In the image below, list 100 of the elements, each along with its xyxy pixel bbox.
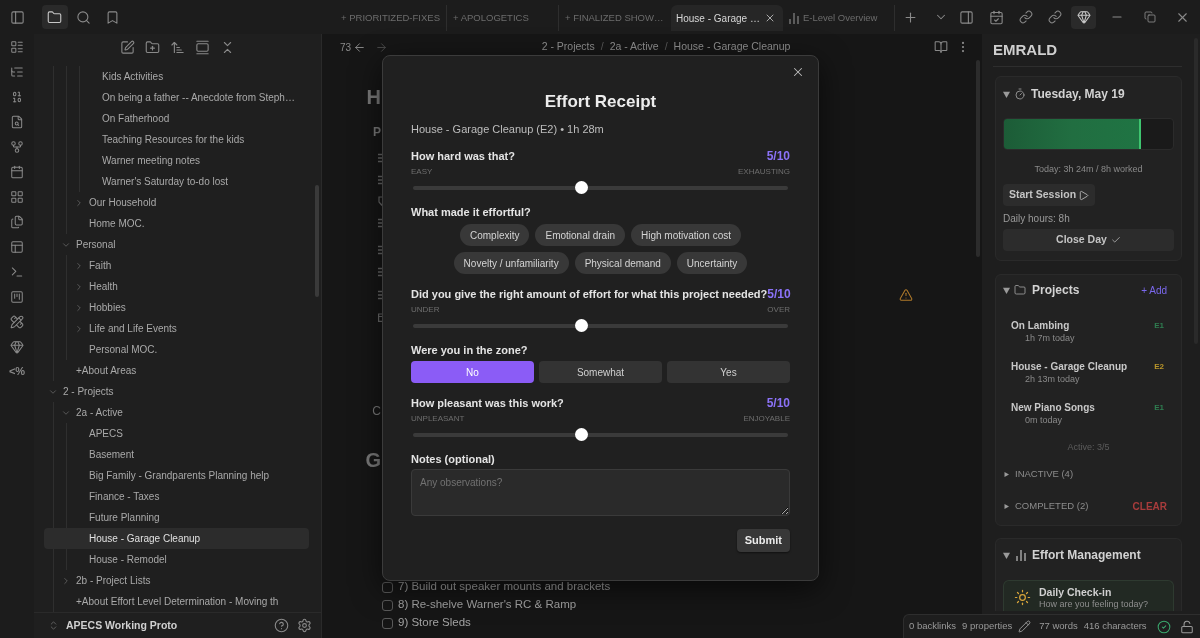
list-icon[interactable]	[10, 39, 24, 54]
folder-item[interactable]: 2b - Project Lists	[44, 570, 309, 591]
back-icon[interactable]	[353, 40, 367, 54]
disclosure-triangle-icon[interactable]	[1003, 286, 1010, 294]
restore-icon[interactable]	[1143, 11, 1156, 23]
reason-chip[interactable]: Novelty / unfamiliarity	[453, 252, 569, 274]
disclosure-triangle-icon[interactable]	[1003, 551, 1010, 559]
reason-chip[interactable]: Emotional drain	[535, 224, 625, 246]
lock-icon[interactable]	[1180, 619, 1194, 634]
pencil-icon[interactable]	[1018, 620, 1032, 633]
submit-button[interactable]: Submit	[736, 529, 790, 552]
link-icon[interactable]	[1018, 10, 1033, 24]
new-note-icon[interactable]	[120, 39, 135, 55]
disclosure-triangle-icon[interactable]	[1004, 503, 1009, 509]
file-item[interactable]: Warner meeting notes	[44, 150, 309, 171]
vault-switcher-icon[interactable]	[48, 620, 59, 631]
templater-button[interactable]: <%	[8, 363, 26, 380]
reason-chip[interactable]: Uncertainty	[676, 252, 748, 274]
pages-icon[interactable]	[10, 214, 24, 229]
slider-thumb[interactable]	[575, 428, 589, 441]
folder-item[interactable]: Hobbies	[44, 297, 309, 318]
file-item[interactable]: +About Areas	[44, 360, 309, 381]
pencil-ruler-icon[interactable]	[10, 314, 24, 329]
file-item[interactable]: Home MOC.	[44, 213, 309, 234]
tab[interactable]: House - Garage …	[671, 5, 783, 31]
file-item[interactable]: APECS	[44, 423, 309, 444]
rating-slider[interactable]	[413, 181, 788, 194]
section-toggle[interactable]: INACTIVE (4)	[1015, 466, 1074, 482]
file-item[interactable]: Big Family - Grandparents Planning help	[44, 465, 309, 486]
file-item[interactable]: Warner's Saturday to-do lost	[44, 171, 309, 192]
choice-button[interactable]: Yes	[667, 361, 790, 383]
settings-icon[interactable]	[297, 618, 312, 633]
project-name[interactable]: House - Garage Cleanup	[1011, 359, 1128, 374]
choice-button[interactable]: No	[411, 361, 534, 383]
reason-chip[interactable]: Physical demand	[574, 252, 671, 274]
file-item[interactable]: On Fatherhood	[44, 108, 309, 129]
project-name[interactable]: New Piano Songs	[1011, 400, 1095, 415]
file-item[interactable]: Future Planning	[44, 507, 309, 528]
new-tab-icon[interactable]	[903, 9, 918, 25]
rating-slider[interactable]	[413, 319, 788, 332]
breadcrumb-item[interactable]: House - Garage Cleanup	[673, 39, 791, 55]
choice-button[interactable]: Somewhat	[539, 361, 662, 383]
file-item[interactable]: House - Remodel	[44, 549, 309, 570]
sidebar-toggle-icon[interactable]	[9, 9, 25, 25]
folder-item[interactable]: Personal	[44, 234, 309, 255]
file-search-icon[interactable]	[10, 114, 24, 129]
folder-item[interactable]: 2 - Projects	[44, 381, 309, 402]
breadcrumb-item[interactable]: 2 - Projects	[541, 39, 595, 55]
disclosure-triangle-icon[interactable]	[1003, 90, 1010, 98]
folder-item[interactable]: Faith	[44, 255, 309, 276]
rating-slider[interactable]	[413, 428, 788, 441]
properties-count[interactable]: 9 properties	[962, 619, 1013, 634]
section-toggle[interactable]: COMPLETED (2)	[1015, 498, 1089, 514]
folder-item[interactable]: Health	[44, 276, 309, 297]
reason-chip[interactable]: Complexity	[460, 224, 530, 246]
files-tab[interactable]	[41, 5, 68, 29]
close-day-button[interactable]: Close Day	[1003, 229, 1174, 251]
bookmark-icon[interactable]	[105, 9, 120, 25]
file-item[interactable]: Finance - Taxes	[44, 486, 309, 507]
notes-field[interactable]: Any observations?	[411, 469, 790, 516]
add-project-link[interactable]: + Add	[1141, 282, 1167, 298]
reading-view-icon[interactable]	[934, 40, 948, 54]
file-item[interactable]: Personal MOC.	[44, 339, 309, 360]
sync-status-icon[interactable]	[1157, 619, 1171, 634]
file-item[interactable]: Kids Activities	[44, 66, 309, 87]
panel-icon[interactable]	[195, 39, 210, 55]
link-icon[interactable]	[1047, 10, 1062, 24]
terminal-icon[interactable]	[10, 264, 24, 279]
file-item[interactable]: +About Effort Level Determination - Moving th	[44, 591, 309, 612]
grid-icon[interactable]	[10, 189, 24, 204]
calendar-icon[interactable]	[989, 9, 1004, 25]
binary-icon[interactable]	[10, 89, 24, 104]
project-name[interactable]: On Lambing	[1011, 318, 1070, 333]
gem-tab[interactable]	[1071, 5, 1096, 29]
check-in-card[interactable]: Daily Check-in How are you feeling today?	[1003, 580, 1174, 611]
folder-item[interactable]: Life and Life Events	[44, 318, 309, 339]
disclosure-triangle-icon[interactable]	[1004, 471, 1009, 477]
help-icon[interactable]	[274, 618, 289, 633]
folder-item[interactable]: Our Household	[44, 192, 309, 213]
file-item[interactable]: Teaching Resources for the kids	[44, 129, 309, 150]
gem-icon[interactable]	[10, 339, 24, 354]
search-icon[interactable]	[76, 9, 91, 25]
kanban-icon[interactable]	[10, 289, 24, 304]
file-item[interactable]: On being a father -- Anecdote from Steph…	[44, 87, 309, 108]
file-item[interactable]: Basement	[44, 444, 309, 465]
slider-thumb[interactable]	[575, 181, 589, 194]
outline-icon[interactable]	[10, 64, 24, 79]
task-checkbox[interactable]	[382, 599, 393, 611]
layout-icon[interactable]	[10, 239, 24, 254]
reason-chip[interactable]: High motivation cost	[630, 224, 741, 246]
breadcrumb-item[interactable]: 2a - Active	[609, 39, 659, 55]
fork-icon[interactable]	[10, 139, 24, 154]
start-session-button[interactable]: Start Session	[1003, 184, 1095, 206]
right-sidebar-toggle-icon[interactable]	[959, 9, 974, 25]
slider-thumb[interactable]	[575, 319, 589, 332]
calendar-icon[interactable]	[10, 164, 24, 179]
backlinks-count[interactable]: 0 backlinks	[909, 619, 956, 634]
file-item[interactable]: House - Garage Cleanup	[44, 528, 309, 549]
folder-item[interactable]: 2a - Active	[44, 402, 309, 423]
vault-name[interactable]: APECS Working Proto	[66, 617, 178, 634]
